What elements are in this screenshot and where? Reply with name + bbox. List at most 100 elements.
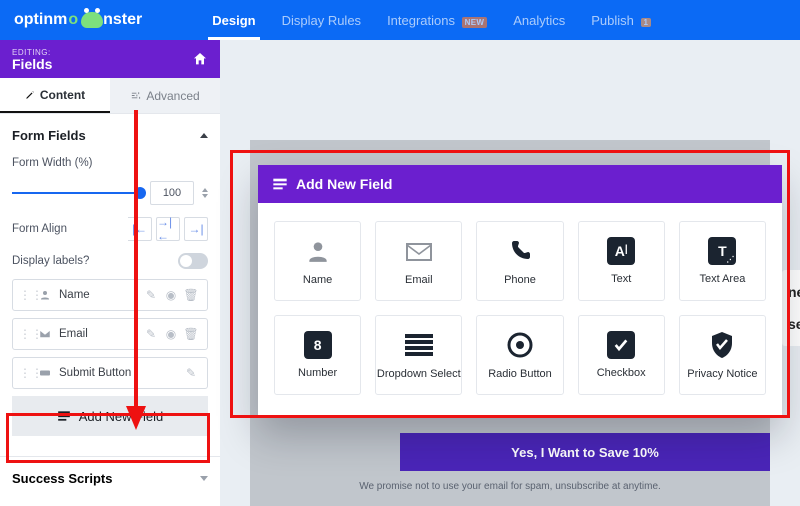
delete-icon[interactable]: 🗑: [181, 327, 201, 341]
phone-icon: [505, 236, 535, 266]
align-buttons: |← →|← →|: [128, 217, 208, 241]
form-width-label: Form Width (%): [12, 157, 93, 169]
stepper-down-icon[interactable]: [202, 194, 208, 198]
edit-icon[interactable]: ✎: [181, 366, 201, 380]
display-labels-label: Display labels?: [12, 255, 89, 267]
brand-logo[interactable]: optinmonster: [14, 11, 142, 29]
field-row-name[interactable]: ⋮⋮ Name ✎ ◉ 🗑: [12, 279, 208, 311]
tab-content[interactable]: Content: [0, 78, 110, 113]
field-list: ⋮⋮ Name ✎ ◉ 🗑 ⋮⋮ Email ✎ ◉ 🗑 ⋮⋮ Submi: [12, 279, 208, 389]
drag-handle-icon[interactable]: ⋮⋮: [19, 327, 33, 341]
checkbox-icon: [607, 331, 635, 359]
field-row-label: Name: [59, 289, 90, 301]
canvas-area: Yes, I Want to Save 10% We promise not t…: [220, 40, 800, 506]
form-align-label: Form Align: [12, 223, 67, 235]
nav-display-rules[interactable]: Display Rules: [282, 13, 361, 28]
tile-number[interactable]: 8 Number: [274, 315, 361, 395]
eye-icon[interactable]: ◉: [161, 288, 181, 302]
row-form-align: Form Align |← →|← →|: [12, 211, 208, 247]
tile-checkbox[interactable]: Checkbox: [578, 315, 665, 395]
width-number-input[interactable]: 100: [150, 181, 194, 205]
tile-phone[interactable]: Phone: [476, 221, 563, 301]
nav-integrations-label: Integrations: [387, 13, 455, 28]
person-icon: [303, 236, 333, 266]
tile-label: Email: [405, 274, 433, 286]
envelope-icon: [39, 329, 53, 339]
dropdown-icon: [404, 330, 434, 360]
badge-new: NEW: [462, 17, 488, 28]
tile-label: Dropdown Select: [377, 368, 461, 380]
preview-cta-button[interactable]: Yes, I Want to Save 10%: [400, 433, 770, 471]
tile-label: Text Area: [699, 273, 745, 285]
sidebar: EDITING: Fields Content Advanced Form Fi…: [0, 40, 220, 506]
tile-label: Privacy Notice: [687, 368, 757, 380]
tile-text[interactable]: A| Text: [578, 221, 665, 301]
field-row-label: Email: [59, 328, 88, 340]
shield-icon: [707, 330, 737, 360]
editing-label: EDITING:: [12, 48, 52, 57]
badge-publish-count: 1: [641, 18, 652, 27]
tile-label: Text: [611, 273, 631, 285]
width-slider[interactable]: [12, 192, 142, 194]
preview-side-text: nese o: [782, 270, 800, 346]
edit-icon[interactable]: ✎: [141, 327, 161, 341]
top-nav: optinmonster Design Display Rules Integr…: [0, 0, 800, 40]
add-new-field-label: Add New Field: [79, 409, 164, 424]
chevron-down-icon: [200, 476, 208, 481]
edit-icon[interactable]: ✎: [141, 288, 161, 302]
form-width-control: 100: [12, 175, 208, 211]
nav-design[interactable]: Design: [212, 13, 255, 28]
align-center-button[interactable]: →|←: [156, 217, 180, 241]
preview-promise-text: We promise not to use your email for spa…: [220, 481, 800, 492]
nav-publish[interactable]: Publish 1: [591, 13, 651, 28]
tile-label: Number: [298, 367, 337, 379]
tile-label: Phone: [504, 274, 536, 286]
tile-name[interactable]: Name: [274, 221, 361, 301]
success-scripts-label: Success Scripts: [12, 471, 112, 486]
radio-icon: [505, 330, 535, 360]
drag-handle-icon[interactable]: ⋮⋮: [19, 288, 33, 302]
tab-content-label: Content: [40, 88, 85, 102]
editing-bar: EDITING: Fields: [0, 40, 220, 78]
tile-textarea[interactable]: T⋰ Text Area: [679, 221, 766, 301]
tab-advanced[interactable]: Advanced: [110, 78, 220, 113]
tab-advanced-label: Advanced: [146, 89, 199, 103]
drag-handle-icon[interactable]: ⋮⋮: [19, 366, 33, 380]
delete-icon[interactable]: 🗑: [181, 288, 201, 302]
chevron-up-icon: [200, 133, 208, 138]
tile-label: Radio Button: [488, 368, 552, 380]
panel-form-fields: Form Fields Form Width (%) 100 Form Alig…: [0, 114, 220, 446]
person-icon: [39, 289, 53, 301]
add-new-field-button[interactable]: Add New Field: [12, 396, 208, 436]
field-picker-grid: Name Email Phone A| Text T⋰ Text Area: [274, 221, 766, 395]
nav-analytics[interactable]: Analytics: [513, 13, 565, 28]
section-heading-label: Form Fields: [12, 128, 86, 143]
stepper-up-icon[interactable]: [202, 188, 208, 192]
tile-label: Name: [303, 274, 332, 286]
pencil-icon: [25, 90, 35, 100]
home-icon[interactable]: [192, 51, 208, 67]
mascot-icon: [81, 12, 103, 28]
tile-email[interactable]: Email: [375, 221, 462, 301]
section-heading[interactable]: Form Fields: [12, 124, 208, 151]
field-row-submit[interactable]: ⋮⋮ Submit Button ✎: [12, 357, 208, 389]
form-icon: [57, 410, 71, 422]
editing-title: Fields: [12, 57, 52, 71]
nav-integrations[interactable]: Integrations NEW: [387, 13, 487, 28]
eye-icon[interactable]: ◉: [161, 327, 181, 341]
align-right-button[interactable]: →|: [184, 217, 208, 241]
align-left-button[interactable]: |←: [128, 217, 152, 241]
display-labels-toggle[interactable]: [178, 253, 208, 269]
row-form-width: Form Width (%): [12, 151, 208, 175]
textarea-icon: T⋰: [708, 237, 736, 265]
number-icon: 8: [304, 331, 332, 359]
tile-radio[interactable]: Radio Button: [476, 315, 563, 395]
tile-dropdown[interactable]: Dropdown Select: [375, 315, 462, 395]
section-success-scripts[interactable]: Success Scripts: [0, 456, 220, 500]
sliders-icon: [130, 90, 141, 101]
envelope-icon: [404, 236, 434, 266]
nav-publish-label: Publish: [591, 13, 634, 28]
field-row-email[interactable]: ⋮⋮ Email ✎ ◉ 🗑: [12, 318, 208, 350]
tile-label: Checkbox: [597, 367, 646, 379]
tile-privacy[interactable]: Privacy Notice: [679, 315, 766, 395]
